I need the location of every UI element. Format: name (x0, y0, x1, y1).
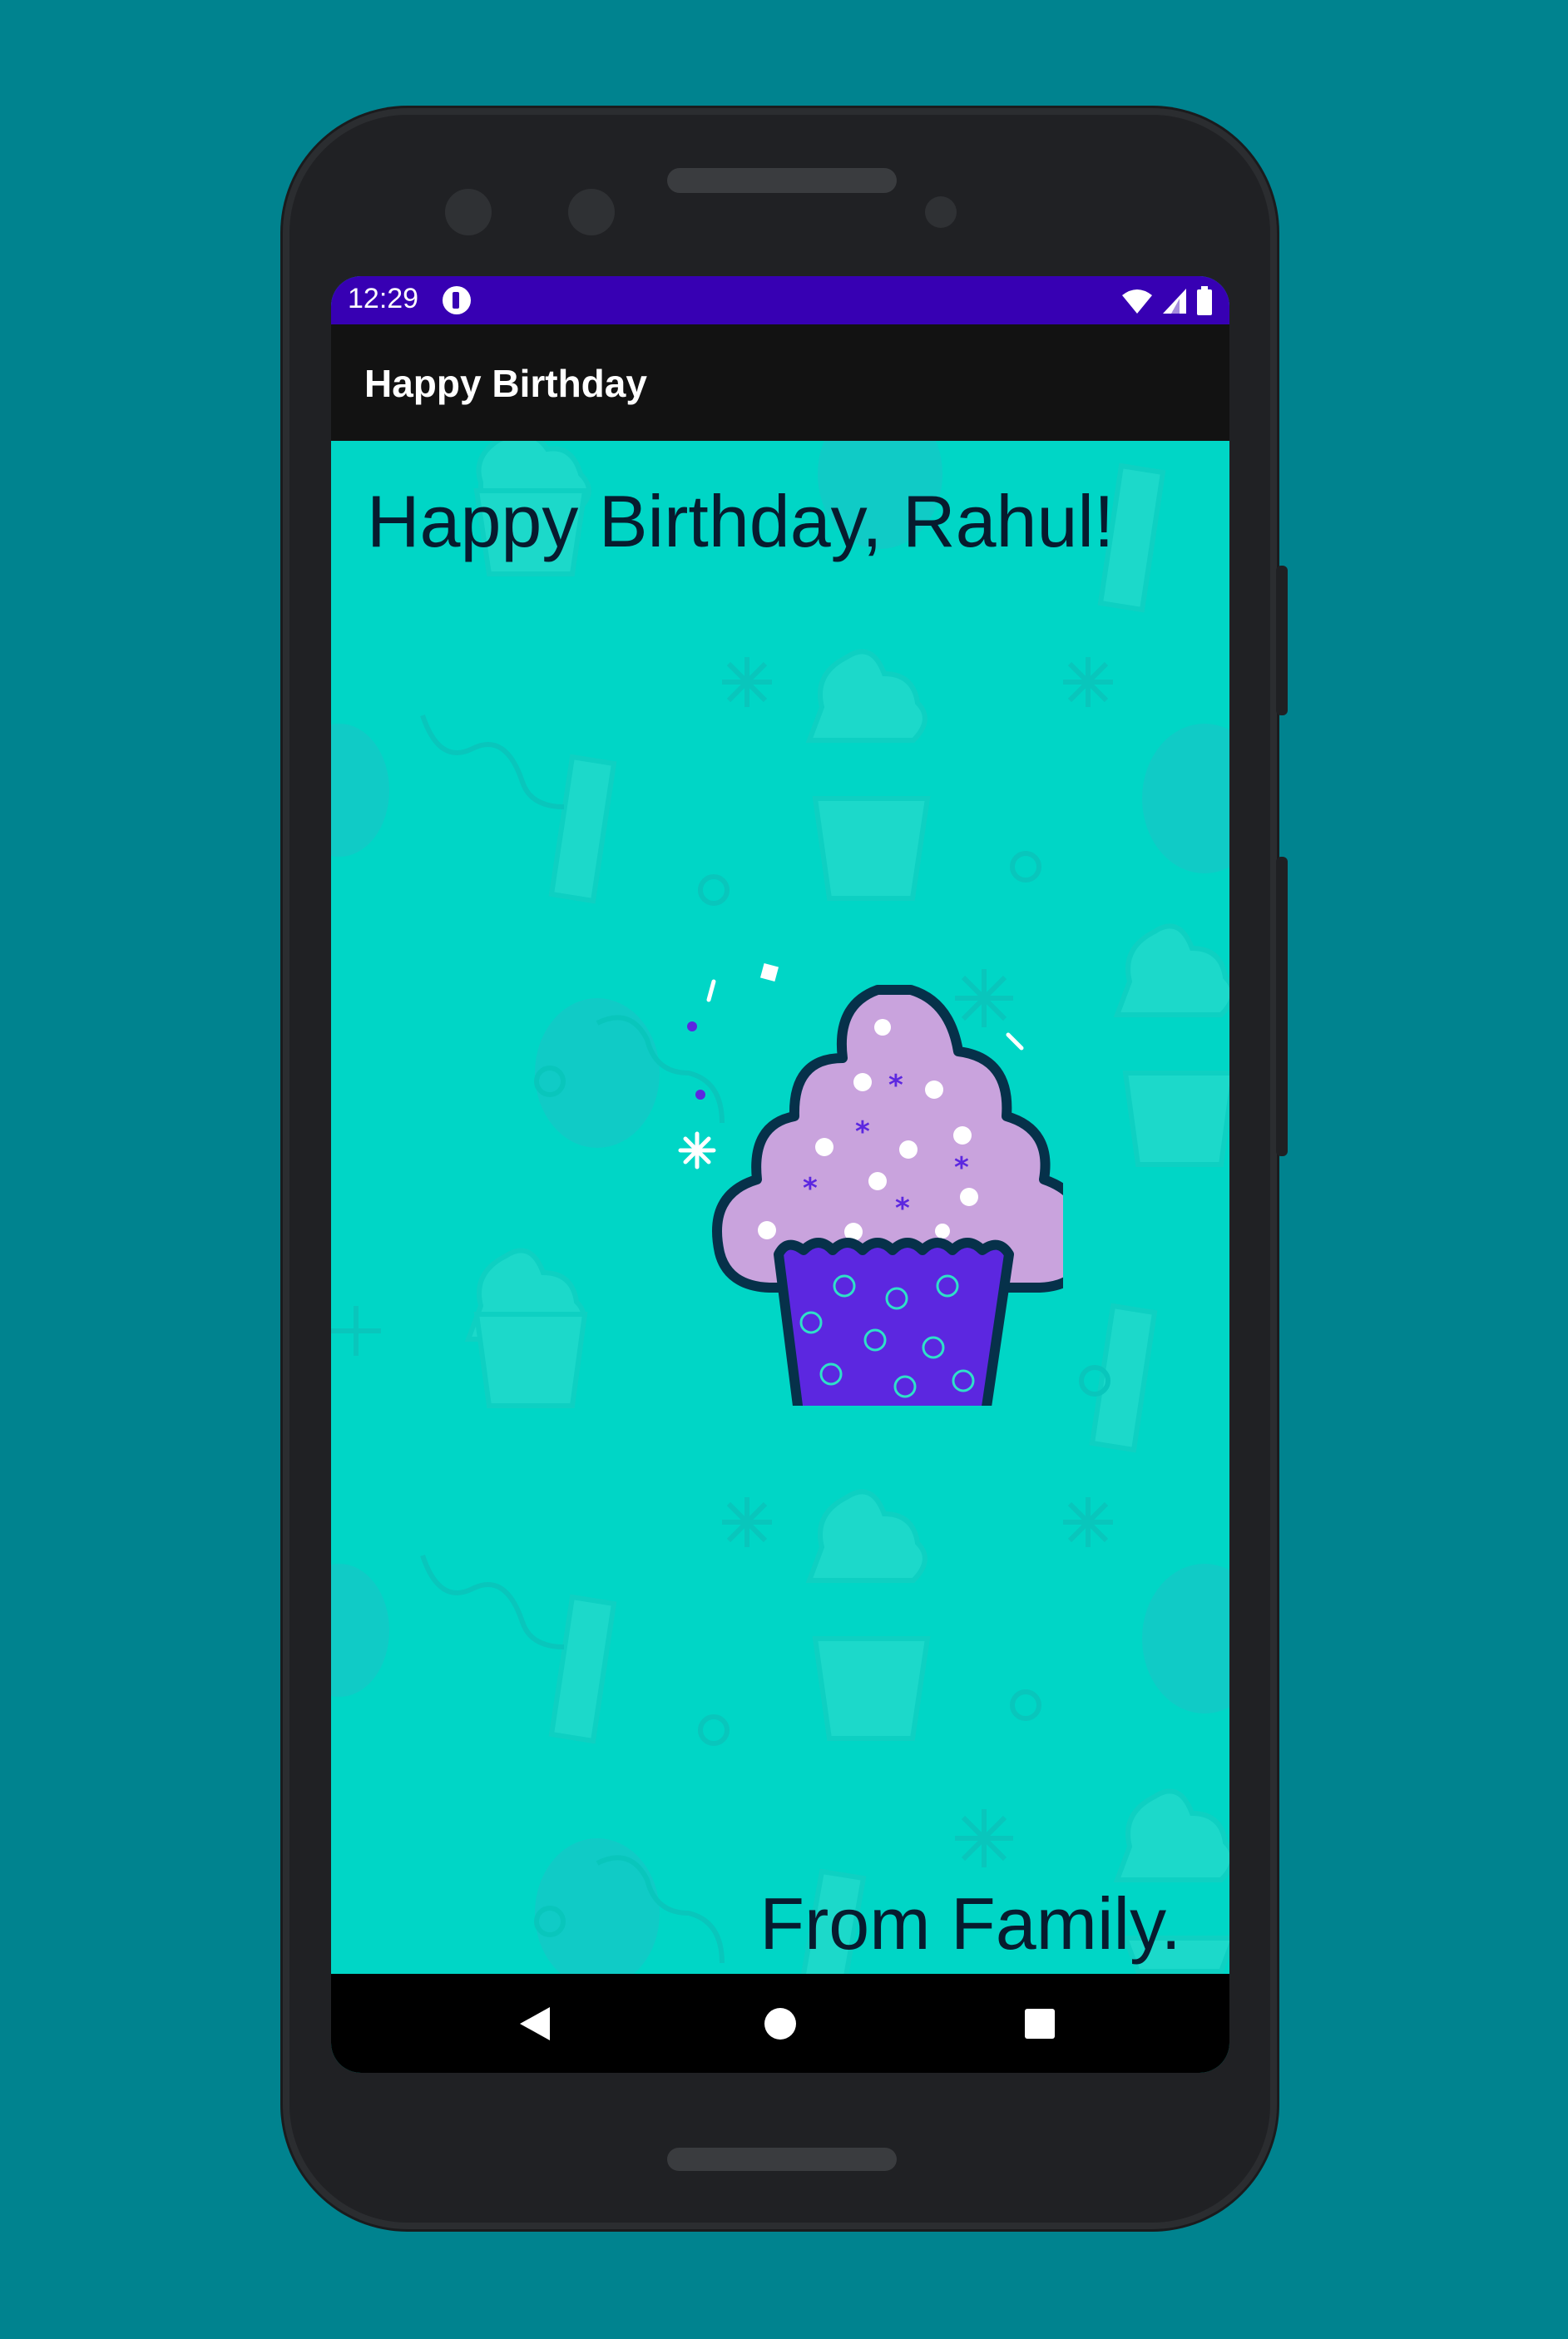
svg-text:*: * (954, 1151, 969, 1184)
back-triangle-icon (520, 2006, 550, 2040)
status-icons (1121, 286, 1213, 316)
back-button[interactable] (468, 1974, 601, 2073)
front-camera-left (445, 189, 492, 235)
status-time: 12:29 (348, 283, 419, 314)
app-title: Happy Birthday (364, 362, 647, 405)
proximity-sensor (925, 196, 957, 228)
greeting-text: Happy Birthday, Rahul! (367, 480, 1115, 562)
navigation-bar (331, 1974, 1229, 2073)
notification-app-icon (443, 286, 471, 314)
svg-text:*: * (803, 1172, 818, 1205)
battery-icon (1197, 286, 1212, 315)
earpiece-speaker (667, 168, 897, 193)
status-bar: 12:29 (331, 276, 1229, 324)
home-circle-icon (764, 2007, 796, 2040)
device-screen: 12:29 Happy Birthday Happy Birthday, Rah… (331, 276, 1229, 2073)
home-button[interactable] (714, 1974, 847, 2073)
recents-button[interactable] (973, 1974, 1106, 2073)
svg-text:*: * (895, 1192, 910, 1225)
bottom-speaker (667, 2148, 897, 2171)
cupcake-illustration: * * * * * (678, 962, 1063, 1406)
recents-square-icon (1025, 2008, 1055, 2039)
wifi-icon (1122, 289, 1152, 314)
app-bar: Happy Birthday (331, 324, 1229, 441)
volume-button (1276, 857, 1288, 1156)
front-camera-right (568, 189, 615, 235)
signature-text: From Family. (759, 1882, 1181, 1965)
svg-text:*: * (855, 1115, 870, 1149)
birthday-card: Happy Birthday, Rahul! * * * * * From Fa… (331, 441, 1229, 1974)
svg-text:*: * (888, 1069, 903, 1102)
power-button (1276, 566, 1288, 715)
cellular-signal-icon (1163, 289, 1186, 314)
